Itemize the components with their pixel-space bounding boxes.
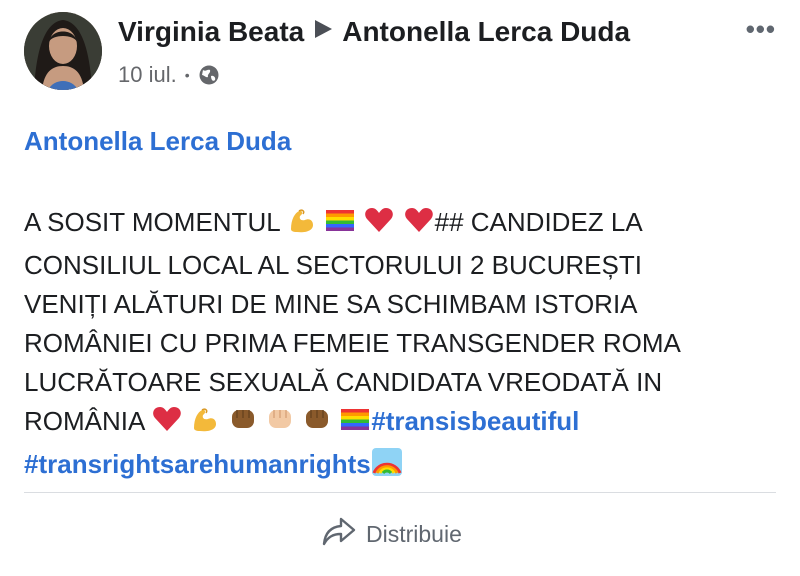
red-heart-emoji [151, 404, 183, 445]
muscle-emoji [190, 404, 220, 445]
arrow-right-icon [312, 18, 334, 47]
hashtag-link[interactable]: #transisbeautiful [371, 406, 579, 436]
meta-separator: • [184, 67, 190, 83]
post-text-segment: ROMÂNIA [24, 406, 152, 436]
tagged-profile-link[interactable]: Antonella Lerca Duda [24, 126, 291, 157]
post-line-7: #transrightsarehumanrights [24, 445, 784, 488]
more-options-icon[interactable]: ••• [746, 14, 776, 45]
post-body: A SOSIT MOMENTUL ## CANDIDEZ LA CONSILIU… [24, 203, 784, 488]
post-text-segment: A SOSIT MOMENTUL [24, 207, 287, 237]
post-line-1: A SOSIT MOMENTUL ## CANDIDEZ LA [24, 203, 784, 246]
rainbow-flag-emoji [324, 205, 356, 246]
post-header: Virginia Beata Antonella Lerca Duda [118, 16, 630, 48]
post-line-4: ROMÂNIEI CU PRIMA FEMEIE TRANSGENDER ROM… [24, 328, 681, 358]
post-date[interactable]: 10 iul. [118, 62, 177, 88]
red-heart-emoji [403, 205, 435, 246]
share-label: Distribuie [366, 520, 462, 547]
post-line-2: CONSILIUL LOCAL AL SECTORULUI 2 BUCUREȘT… [24, 250, 642, 280]
rainbow-emoji [371, 447, 403, 488]
hashtag-link[interactable]: #transrightsarehumanrights [24, 449, 371, 479]
author-avatar[interactable] [24, 12, 102, 90]
raised-fist-emoji [265, 404, 295, 445]
red-heart-emoji [363, 205, 395, 246]
globe-icon [198, 64, 220, 86]
muscle-emoji [287, 205, 317, 246]
target-name[interactable]: Antonella Lerca Duda [342, 16, 630, 48]
post-meta: 10 iul. • [118, 62, 220, 88]
rainbow-flag-emoji [339, 404, 371, 445]
post-text-segment: ## CANDIDEZ LA [434, 207, 643, 237]
raised-fist-emoji [228, 404, 258, 445]
divider [24, 492, 776, 493]
share-button[interactable]: Distribuie [322, 516, 462, 552]
post-line-5: LUCRĂTOARE SEXUALĂ CANDIDATA VREODATĂ IN [24, 367, 663, 397]
post-line-6: ROMÂNIA #transisbeautiful [24, 402, 784, 445]
post-line-3: VENIȚI ALĂTURI DE MINE SA SCHIMBAM ISTOR… [24, 289, 638, 319]
raised-fist-emoji [302, 404, 332, 445]
author-name[interactable]: Virginia Beata [118, 16, 304, 48]
share-icon [322, 516, 356, 552]
